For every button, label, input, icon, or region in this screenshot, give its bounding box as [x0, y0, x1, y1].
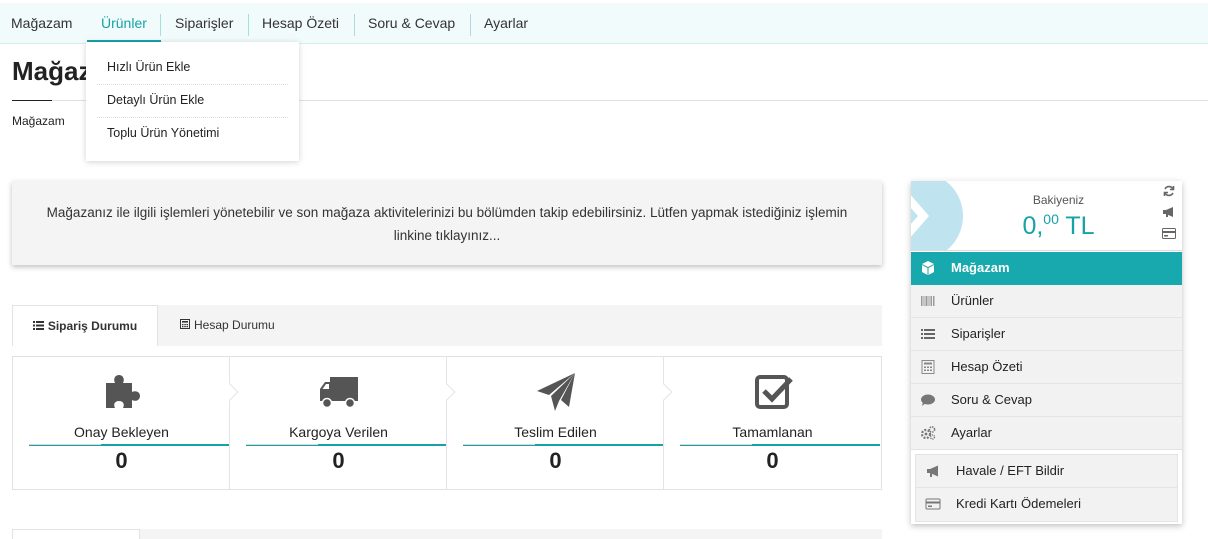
comment-icon — [921, 394, 935, 406]
megaphone-icon[interactable] — [1161, 206, 1177, 220]
urunler-dropdown-menu: Hızlı Ürün Ekle Detaylı Ürün Ekle Toplu … — [86, 42, 299, 161]
list-icon — [32, 307, 44, 348]
nav-item-ayarlar[interactable]: Ayarlar — [484, 3, 528, 43]
nav-separator — [248, 14, 249, 36]
status-count: 0 — [766, 448, 779, 473]
sidebar-item-siparisler[interactable]: Siparişler — [911, 318, 1182, 351]
nav-item-siparisler[interactable]: Siparişler — [175, 3, 233, 43]
status-count: 0 — [332, 448, 345, 473]
sidebar-item-havale-eft-bildir[interactable]: Havale / EFT Bildir — [916, 455, 1177, 488]
status-teslim-edilen[interactable]: Teslim Edilen 0 — [447, 357, 673, 489]
dropdown-item-toplu-urun-yonetimi[interactable]: Toplu Ürün Yönetimi — [97, 118, 288, 151]
nav-item-urunler[interactable]: Ürünler — [87, 3, 161, 43]
status-count: 0 — [115, 448, 128, 473]
balance-label: Bakiyeniz — [1032, 193, 1085, 207]
status-onay-bekleyen[interactable]: Onay Bekleyen 0 — [13, 357, 239, 489]
status-label: Kargoya Verilen — [289, 424, 388, 440]
status-underline — [463, 444, 663, 446]
sidebar-item-label: Mağazam — [951, 260, 1010, 275]
dropdown-item-detayli-urun-ekle[interactable]: Detaylı Ürün Ekle — [97, 85, 288, 118]
sidebar-item-magazam[interactable]: Mağazam — [911, 252, 1182, 285]
calculator-icon — [921, 360, 935, 374]
status-underline — [246, 444, 446, 446]
sidebar-item-soru-cevap[interactable]: Soru & Cevap — [911, 384, 1182, 417]
check-square-icon — [754, 375, 793, 409]
list-icon — [921, 329, 935, 339]
tab-label: Sipariş Durumu — [47, 319, 138, 333]
sidebar-payment-submenu: Havale / EFT Bildir Kredi Kartı Ödemeler… — [915, 454, 1178, 522]
status-count: 0 — [549, 448, 562, 473]
nav-separator — [470, 14, 471, 36]
megaphone-icon — [927, 465, 938, 477]
nav-item-soru-cevap[interactable]: Soru & Cevap — [368, 3, 455, 43]
secondary-tab[interactable] — [12, 529, 140, 539]
nav-separator — [354, 14, 355, 36]
sidebar-item-label: Ayarlar — [951, 425, 992, 440]
puzzle-icon — [105, 375, 140, 408]
title-underline — [12, 100, 52, 101]
status-kargoya-verilen[interactable]: Kargoya Verilen 0 — [230, 357, 456, 489]
barcode-icon — [921, 296, 935, 306]
nav-item-hesap-ozeti[interactable]: Hesap Özeti — [262, 3, 339, 43]
balance-amount: 0,00 TL — [1022, 211, 1095, 240]
sidebar-item-label: Siparişler — [951, 326, 1006, 341]
status-underline — [29, 444, 229, 446]
sidebar-item-label: Soru & Cevap — [951, 392, 1032, 407]
status-tamamlanan[interactable]: Tamamlanan 0 — [664, 357, 881, 489]
brand-chevron-icon — [911, 181, 963, 250]
status-label: Onay Bekleyen — [74, 424, 169, 440]
tab-label: Hesap Durumu — [194, 318, 275, 332]
status-label: Teslim Edilen — [514, 424, 597, 440]
sidebar-item-label: Kredi Kartı Ödemeleri — [956, 496, 1081, 511]
cogs-icon — [920, 426, 936, 440]
sidebar-menu: Mağazam Ürünler Siparişler Hesap Özeti S… — [911, 252, 1182, 522]
paper-plane-icon — [536, 373, 575, 411]
credit-card-icon[interactable] — [1161, 227, 1177, 241]
cube-icon — [922, 261, 934, 275]
info-panel: Mağazanız ile ilgili işlemleri yönetebil… — [12, 181, 882, 265]
truck-icon — [319, 377, 358, 409]
balance-box: Bakiyeniz 0,00 TL — [911, 181, 1182, 251]
sidebar-item-ayarlar[interactable]: Ayarlar — [911, 417, 1182, 450]
tab-bar: Sipariş Durumu Hesap Durumu — [12, 305, 882, 346]
status-underline — [680, 444, 880, 446]
sidebar-item-urunler[interactable]: Ürünler — [911, 285, 1182, 318]
calculator-icon — [180, 306, 190, 347]
sidebar-item-label: Ürünler — [951, 293, 994, 308]
sidebar-item-kredi-karti-odemeleri[interactable]: Kredi Kartı Ödemeleri — [916, 488, 1177, 521]
tab-siparis-durumu[interactable]: Sipariş Durumu — [12, 305, 158, 346]
tab-hesap-durumu[interactable]: Hesap Durumu — [180, 305, 275, 346]
refresh-icon[interactable] — [1161, 185, 1177, 199]
credit-card-icon — [925, 498, 941, 510]
sidebar-panel: Bakiyeniz 0,00 TL Mağazam Ürünler Sipari… — [911, 181, 1182, 524]
status-label: Tamamlanan — [732, 424, 813, 440]
secondary-tab-bar — [12, 529, 882, 539]
sidebar-item-hesap-ozeti[interactable]: Hesap Özeti — [911, 351, 1182, 384]
sidebar-item-label: Hesap Özeti — [951, 359, 1023, 374]
breadcrumb: Mağazam — [12, 114, 65, 128]
nav-item-magazam[interactable]: Mağazam — [11, 3, 72, 43]
order-status-panel: Onay Bekleyen 0 Kargoya Verilen 0 Teslim… — [12, 356, 882, 490]
dropdown-item-hizli-urun-ekle[interactable]: Hızlı Ürün Ekle — [97, 52, 288, 85]
top-navigation: Mağazam Ürünler Siparişler Hesap Özeti S… — [0, 3, 1208, 44]
sidebar-item-label: Havale / EFT Bildir — [956, 463, 1065, 478]
info-text: Mağazanız ile ilgili işlemleri yönetebil… — [46, 205, 848, 243]
